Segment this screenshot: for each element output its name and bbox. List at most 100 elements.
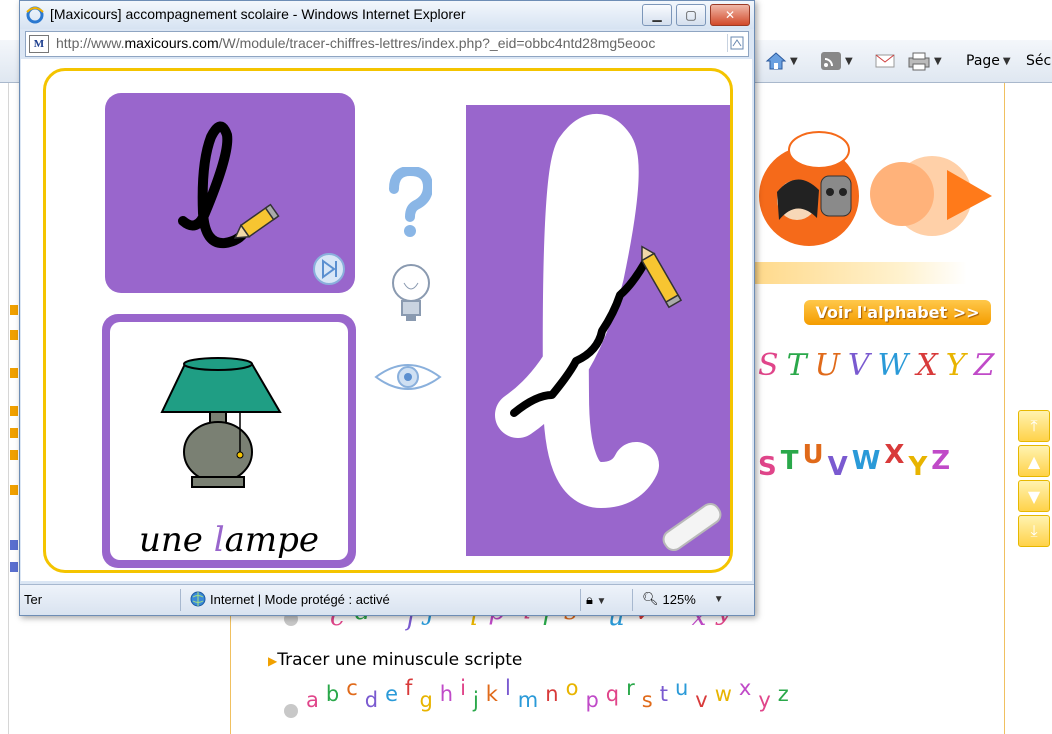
- mail-button[interactable]: [874, 50, 896, 72]
- alphabet-letter[interactable]: e: [385, 682, 398, 706]
- alphabet-letter[interactable]: T: [781, 446, 801, 476]
- alphabet-letter[interactable]: Z: [974, 348, 997, 383]
- alphabet-letter[interactable]: q: [606, 682, 619, 706]
- print-button[interactable]: ▼: [907, 50, 942, 72]
- scroll-down-button[interactable]: ▼: [1018, 480, 1050, 512]
- alphabet-letter[interactable]: X: [884, 440, 906, 470]
- alphabet-letter[interactable]: s: [642, 688, 653, 712]
- alphabet-letter[interactable]: d: [365, 688, 378, 712]
- tracer-logo: [759, 131, 992, 246]
- alphabet-letter[interactable]: x: [739, 676, 751, 700]
- minimize-button[interactable]: ▁: [642, 4, 672, 26]
- list-bullet: [10, 450, 18, 460]
- alphabet-letter[interactable]: b: [326, 682, 339, 706]
- orange-band: [752, 262, 967, 284]
- help-icon[interactable]: [388, 167, 432, 237]
- alphabet-letter[interactable]: a: [306, 688, 319, 712]
- alphabet-letter[interactable]: v: [695, 688, 707, 712]
- pencil-icon: [640, 245, 683, 309]
- alphabet-letter[interactable]: w: [715, 682, 732, 706]
- alphabet-letter[interactable]: t: [660, 682, 668, 706]
- alphabet-letter[interactable]: o: [566, 676, 579, 700]
- alphabet-letter[interactable]: S: [758, 348, 781, 383]
- alphabet-letter[interactable]: U: [815, 348, 842, 383]
- page-menu[interactable]: Page ▼: [966, 50, 1011, 72]
- alphabet-letter[interactable]: Y: [908, 452, 929, 482]
- alphabet-letter[interactable]: n: [545, 682, 558, 706]
- window-title: [Maxicours] accompagnement scolaire - Wi…: [50, 6, 466, 22]
- uppercase-script-row: STUVWXYZ: [758, 440, 954, 482]
- scroll-top-button[interactable]: ⤒: [1018, 410, 1050, 442]
- alphabet-letter[interactable]: g: [419, 688, 432, 712]
- list-bullet: [10, 562, 18, 572]
- alphabet-letter[interactable]: m: [518, 688, 538, 712]
- voir-alphabet-button[interactable]: Voir l'alphabet >>: [804, 300, 991, 325]
- activity-stage: une lampe: [43, 68, 733, 573]
- next-icon[interactable]: [312, 252, 346, 286]
- window-titlebar[interactable]: [Maxicours] accompagnement scolaire - Wi…: [20, 1, 754, 29]
- alphabet-letter[interactable]: V: [848, 348, 872, 383]
- close-icon: ✕: [724, 8, 736, 22]
- eye-icon[interactable]: [374, 359, 442, 395]
- alphabet-letter[interactable]: p: [585, 688, 598, 712]
- close-button[interactable]: ✕: [710, 4, 750, 26]
- alphabet-letter[interactable]: U: [802, 440, 825, 470]
- alphabet-letter[interactable]: X: [916, 348, 939, 383]
- alphabet-letter[interactable]: W: [852, 446, 883, 476]
- compatibility-view-icon[interactable]: [727, 34, 746, 52]
- security-zone[interactable]: Internet | Mode protégé : activé: [190, 591, 390, 607]
- alphabet-letter[interactable]: j: [473, 688, 479, 712]
- status-text: Ter: [24, 592, 43, 607]
- home-button[interactable]: ▼: [765, 50, 798, 72]
- tracing-panel[interactable]: [466, 105, 730, 556]
- alphabet-letter[interactable]: h: [440, 682, 453, 706]
- alphabet-letter[interactable]: S: [758, 452, 779, 482]
- tracing-canvas[interactable]: [466, 105, 730, 556]
- list-bullet: [10, 485, 18, 495]
- alphabet-letter[interactable]: f: [405, 676, 412, 700]
- minimize-icon: ▁: [652, 8, 662, 22]
- alphabet-letter[interactable]: y: [758, 688, 770, 712]
- rss-icon: [821, 52, 841, 70]
- alphabet-letter[interactable]: V: [828, 452, 850, 482]
- ie-popup-window: [Maxicours] accompagnement scolaire - Wi…: [19, 0, 755, 616]
- uppercase-cursive-row: STUVWXYZ: [758, 348, 1002, 383]
- alphabet-letter[interactable]: r: [626, 676, 635, 700]
- word-label: une lampe: [110, 520, 348, 560]
- alphabet-letter[interactable]: z: [778, 682, 789, 706]
- left-page-strip: [0, 83, 9, 734]
- lamp-image: [160, 357, 282, 488]
- alphabet-letter[interactable]: u: [675, 676, 688, 700]
- alphabet-letter[interactable]: T: [787, 348, 809, 383]
- maximize-button[interactable]: ▢: [676, 4, 706, 26]
- bulb-icon[interactable]: [390, 261, 432, 331]
- address-bar[interactable]: M http://www.maxicours.com/W/module/trac…: [25, 31, 749, 57]
- ie-icon: [26, 6, 44, 24]
- security-menu[interactable]: Sécu: [1026, 50, 1052, 72]
- home-icon: [765, 52, 787, 70]
- scroll-up-button[interactable]: ▲: [1018, 445, 1050, 477]
- protected-mode-button[interactable]: 🔒︎ ▼: [586, 592, 606, 608]
- zoom-control[interactable]: 🔍︎ 125% ▼: [642, 591, 724, 607]
- url-text[interactable]: http://www.maxicours.com/W/module/tracer…: [56, 35, 711, 51]
- security-zone-label: Internet | Mode protégé : activé: [210, 591, 390, 607]
- list-bullet: [10, 368, 18, 378]
- alphabet-letter[interactable]: l: [505, 676, 511, 700]
- lock-icon: 🔒︎: [586, 592, 593, 607]
- popup-content: une lampe: [21, 59, 752, 581]
- speaker-icon[interactable]: [284, 704, 298, 718]
- alphabet-letter[interactable]: Y: [946, 348, 968, 383]
- zoom-icon: 🔍︎: [642, 591, 659, 606]
- alphabet-letter[interactable]: k: [486, 682, 498, 706]
- alphabet-letter[interactable]: W: [878, 348, 911, 383]
- scroll-bottom-button[interactable]: ⤓: [1018, 515, 1050, 547]
- alphabet-letter[interactable]: c: [346, 676, 358, 700]
- alphabet-letter[interactable]: i: [460, 676, 466, 700]
- section-label[interactable]: ▶Tracer une minuscule scripte: [268, 650, 522, 670]
- content-border: [1004, 83, 1005, 734]
- site-favicon: M: [29, 35, 49, 53]
- alphabet-letter[interactable]: Z: [931, 446, 952, 476]
- feeds-button[interactable]: ▼: [820, 50, 853, 72]
- eraser-icon[interactable]: [654, 493, 730, 555]
- globe-icon: [190, 591, 206, 607]
